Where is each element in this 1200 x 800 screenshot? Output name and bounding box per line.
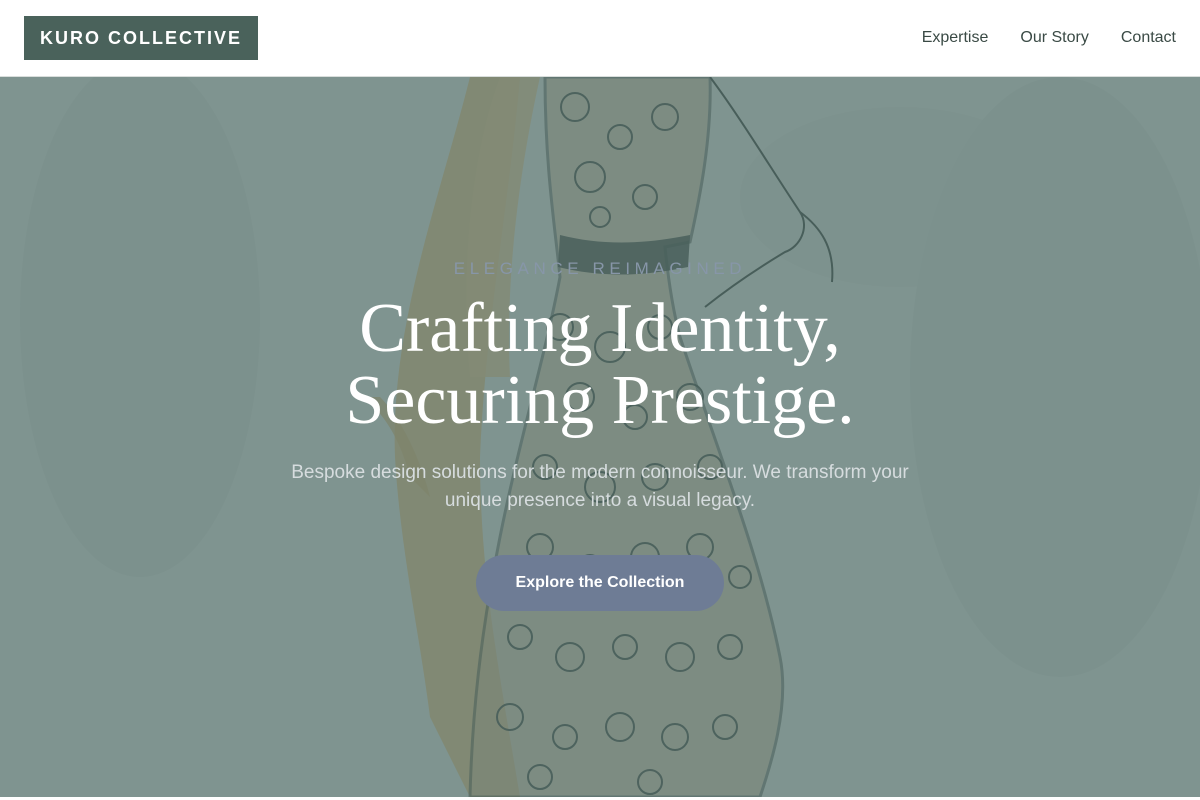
main-nav: Expertise Our Story Contact xyxy=(922,29,1176,47)
hero-content: ELEGANCE REIMAGINED Crafting Identity, S… xyxy=(0,77,1200,797)
brand-logo[interactable]: KURO COLLECTIVE xyxy=(24,16,259,60)
hero-subtext: Bespoke design solutions for the modern … xyxy=(291,462,909,511)
hero-section: ELEGANCE REIMAGINED Crafting Identity, S… xyxy=(0,77,1200,797)
explore-collection-button[interactable]: Explore the Collection xyxy=(476,555,724,611)
hero-eyebrow: ELEGANCE REIMAGINED xyxy=(453,259,747,278)
nav-link-contact[interactable]: Contact xyxy=(1121,29,1176,47)
nav-link-expertise[interactable]: Expertise xyxy=(922,29,989,47)
nav-link-our-story[interactable]: Our Story xyxy=(1020,29,1088,47)
site-header: KURO COLLECTIVE Expertise Our Story Cont… xyxy=(0,0,1200,77)
hero-headline: Crafting Identity, Securing Prestige. xyxy=(345,293,854,437)
hero-headline-line-2: Securing Prestige. xyxy=(345,362,855,439)
hero-headline-line-1: Crafting Identity, xyxy=(359,290,841,367)
